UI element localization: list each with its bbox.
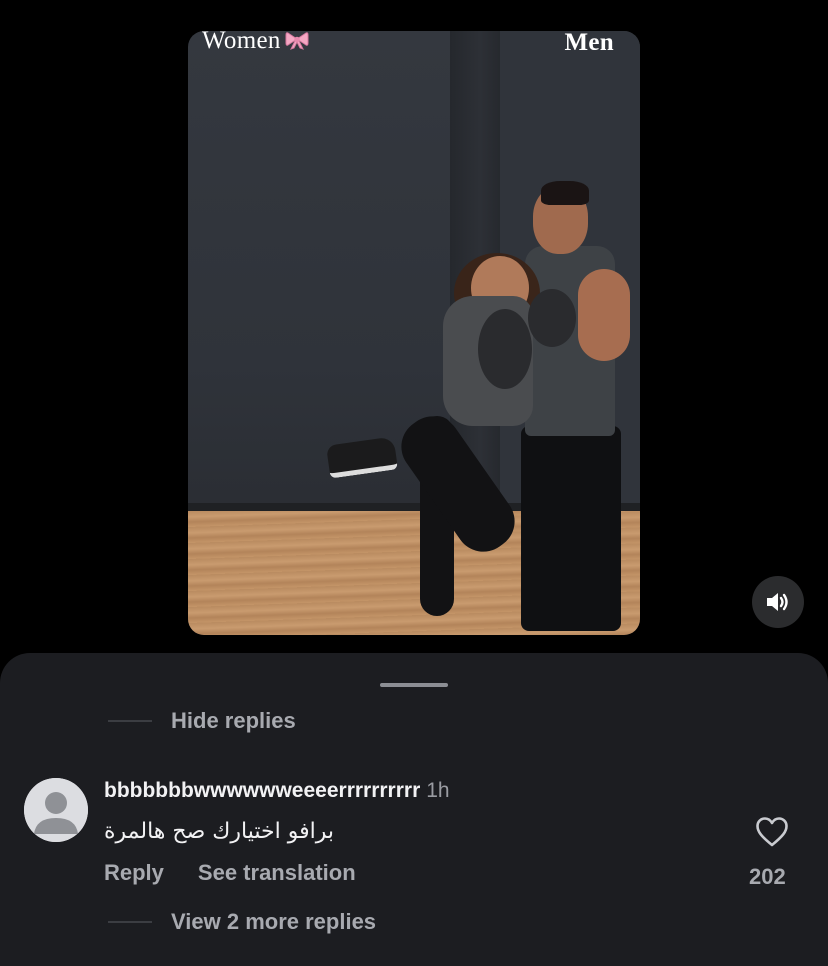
comment-timestamp: 1h <box>426 779 450 802</box>
video-player[interactable]: Women Men <box>188 31 640 635</box>
default-avatar-icon <box>24 778 88 842</box>
video-caption-women: Women <box>202 31 309 55</box>
heart-outline-icon[interactable] <box>755 816 789 848</box>
comments-sheet: Hide replies bbbbbbbwwwwwweeeerrrrrrrrrr… <box>0 653 828 966</box>
video-figure-part <box>578 269 630 361</box>
hide-replies-button[interactable]: Hide replies <box>171 708 296 734</box>
video-caption-women-text: Women <box>202 31 281 54</box>
video-figure-part <box>326 436 398 479</box>
like-count: 202 <box>749 864 786 889</box>
reply-button[interactable]: Reply <box>104 860 164 886</box>
avatar[interactable] <box>24 778 88 842</box>
comment-header: bbbbbbbwwwwwweeeerrrrrrrrrr 1h <box>104 779 450 803</box>
view-more-replies-button[interactable]: View 2 more replies <box>171 909 376 935</box>
mute-button[interactable] <box>752 576 804 628</box>
view-more-replies-row[interactable]: View 2 more replies <box>108 908 376 936</box>
video-figure-part <box>521 426 621 631</box>
thread-divider-line <box>108 720 152 722</box>
hide-replies-row[interactable]: Hide replies <box>108 707 296 735</box>
comment-actions: Reply See translation <box>104 860 356 886</box>
thread-divider-line <box>108 921 152 923</box>
see-translation-button[interactable]: See translation <box>198 860 356 886</box>
comment-username[interactable]: bbbbbbbwwwwwweeeerrrrrrrrrr <box>104 779 420 802</box>
comment-text: برافو اختيارك صح هالمرة <box>104 819 334 844</box>
video-figure-part <box>478 309 532 389</box>
ribbon-bow-icon <box>285 32 309 50</box>
speaker-volume-icon <box>767 593 788 611</box>
sheet-drag-handle[interactable] <box>380 683 448 687</box>
video-caption-men: Men <box>564 31 614 56</box>
video-figure-part <box>528 289 576 347</box>
video-figure-part <box>541 181 589 205</box>
